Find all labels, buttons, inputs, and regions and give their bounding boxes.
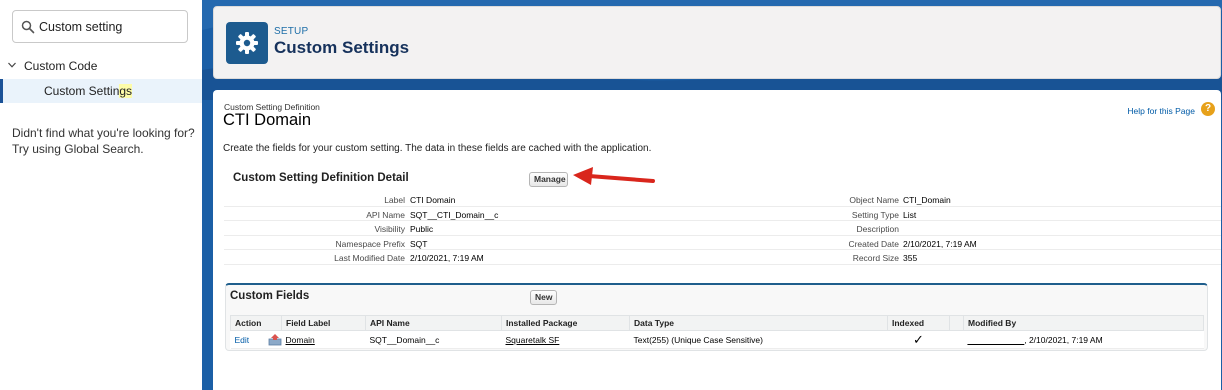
detail-fields: Label CTI Domain Object Name CTI_Domain API …: [224, 192, 1221, 265]
quick-find-input[interactable]: [39, 17, 183, 37]
field-label: Last Modified Date: [334, 253, 405, 263]
search-match-highlight: gs: [119, 84, 133, 98]
detail-section-title: Custom Setting Definition Detail: [233, 172, 409, 184]
column-header: Field Label: [281, 315, 366, 331]
field-label: Visibility: [374, 224, 405, 234]
column-header: Modified By: [963, 315, 1204, 331]
record-title: CTI Domain: [223, 111, 312, 129]
field-label: Object Name: [849, 195, 899, 205]
field-value: 355: [903, 253, 918, 263]
field-value: CTI_Domain: [903, 195, 951, 205]
custom-fields-related-list: Custom Fields New Action Field Label API…: [225, 283, 1208, 351]
field-label-link[interactable]: Domain: [286, 335, 315, 345]
detail-row: Last Modified Date 2/10/2021, 7:19 AM Reco…: [224, 250, 1221, 265]
field-label: Namespace Prefix: [335, 238, 405, 249]
main-content: SETUP Custom Settings Custom Setting Def…: [202, 0, 1222, 390]
table-header-row: Action Field Label API Name Installed Pa…: [230, 315, 1204, 331]
field-value: List: [903, 209, 917, 220]
column-header: API Name: [365, 315, 502, 331]
annotation-arrow-icon: [573, 167, 655, 185]
api-name-cell: SQT__Domain__c: [365, 330, 502, 349]
field-label: Record Size: [852, 253, 899, 263]
new-field-button[interactable]: New: [530, 290, 557, 305]
modified-by-user-link[interactable]: ____________: [968, 335, 1025, 345]
field-label: Label: [384, 195, 405, 205]
help-icon[interactable]: ?: [1201, 102, 1215, 116]
setup-sidebar: Custom Code Custom Settings Didn't find …: [0, 0, 202, 390]
header-eyebrow: SETUP: [274, 26, 309, 37]
tree-item-custom-settings[interactable]: Custom Settings: [0, 79, 202, 103]
quick-find-box[interactable]: [12, 10, 188, 43]
installed-package-link[interactable]: Squaretalk SF: [506, 335, 560, 345]
field-label: Created Date: [848, 238, 899, 249]
column-header: Action: [230, 315, 282, 331]
custom-fields-title: Custom Fields: [230, 290, 310, 302]
modified-by-cell: ____________, 2/10/2021, 7:19 AM: [963, 330, 1204, 349]
spacer-cell: [949, 330, 964, 349]
page-description: Create the fields for your custom settin…: [223, 143, 652, 154]
edit-link[interactable]: Edit: [235, 335, 250, 345]
page-title: Custom Settings: [274, 38, 410, 57]
manage-button[interactable]: Manage: [529, 172, 568, 187]
field-value: CTI Domain: [410, 195, 456, 205]
chevron-down-icon[interactable]: [7, 60, 17, 70]
field-label: Setting Type: [851, 209, 899, 220]
field-value: SQT__CTI_Domain__c: [410, 209, 499, 220]
indexed-cell: ✓: [887, 330, 950, 349]
field-label: API Name: [366, 209, 405, 220]
detail-row: Label CTI Domain Object Name CTI_Domain: [224, 192, 1221, 207]
custom-fields-table: Action Field Label API Name Installed Pa…: [230, 315, 1204, 349]
column-header: Data Type: [629, 315, 888, 331]
detail-row: API Name SQT__CTI_Domain__c Setting Type Li…: [224, 207, 1221, 221]
field-label-cell: Domain: [268, 330, 366, 349]
global-search-hint: Didn't find what you're looking for? Try…: [12, 126, 195, 156]
field-value: SQT: [410, 238, 428, 249]
installed-package-cell: Squaretalk SF: [501, 330, 630, 349]
package-icon: [268, 334, 281, 346]
field-value: Public: [410, 224, 434, 234]
column-header-spacer: [949, 315, 964, 331]
tree-item-label: Custom Settings: [44, 84, 133, 98]
field-label: Description: [856, 224, 899, 234]
search-icon: [21, 20, 35, 34]
field-value: 2/10/2021, 7:19 AM: [410, 253, 484, 263]
tree-group-custom-code[interactable]: Custom Code: [0, 58, 202, 76]
tree-group-label: Custom Code: [24, 59, 98, 73]
gear-icon: [236, 32, 258, 54]
header-icon-tile: [226, 22, 268, 64]
checkmark-icon: ✓: [913, 331, 924, 347]
column-header: Installed Package: [501, 315, 630, 331]
detail-row: Visibility Public Description: [224, 221, 1221, 236]
help-for-this-page-link[interactable]: Help for this Page: [1127, 106, 1195, 116]
page-header: SETUP Custom Settings: [213, 6, 1221, 79]
content-panel: Custom Setting Definition CTI Domain Hel…: [213, 90, 1221, 390]
data-type-cell: Text(255) (Unique Case Sensitive): [629, 330, 888, 349]
column-header: Indexed: [887, 315, 950, 331]
detail-row: Namespace Prefix SQT Created Date 2/10/2021…: [224, 236, 1221, 250]
table-row: Edit Domain SQT__Domain__c Squaretalk SF: [230, 330, 1204, 349]
field-value: 2/10/2021, 7:19 AM: [903, 238, 977, 249]
